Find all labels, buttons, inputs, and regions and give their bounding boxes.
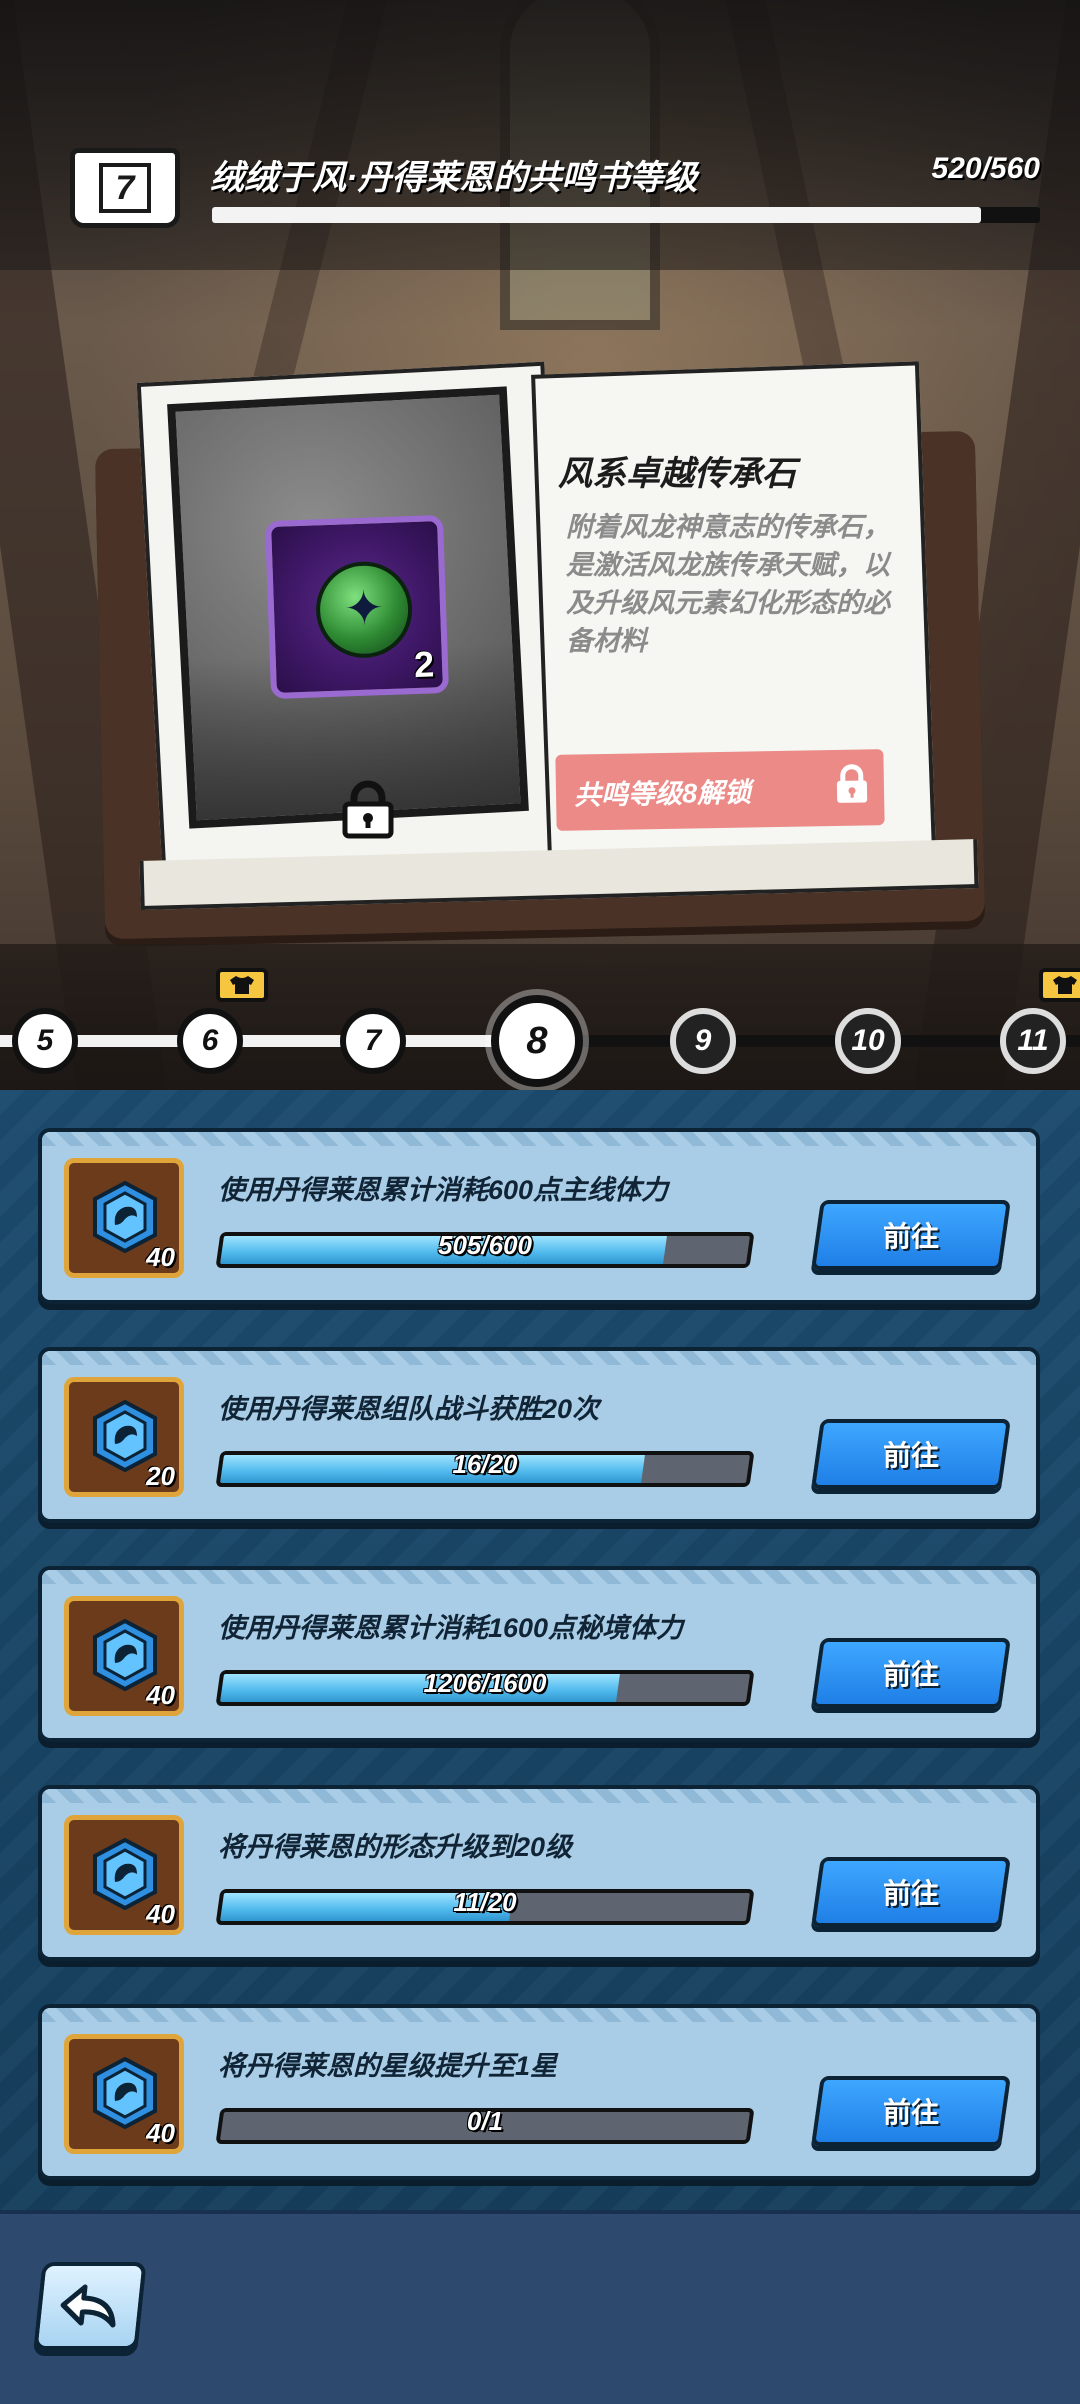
task-reward-slot[interactable]: 20 (64, 1377, 184, 1497)
task-card: 40 将丹得莱恩的星级提升至1星 0/1 前往 (38, 2004, 1040, 2180)
task-card: 40 使用丹得莱恩累计消耗600点主线体力 505/600 前往 (38, 1128, 1040, 1304)
task-card: 40 使用丹得莱恩累计消耗1600点秘境体力 1206/1600 前往 (38, 1566, 1040, 1742)
card-header-stripe (42, 1132, 1036, 1146)
go-button[interactable]: 前往 (811, 1857, 1011, 1927)
task-description: 使用丹得莱恩累计消耗600点主线体力 (218, 1175, 669, 1205)
go-button-label: 前往 (882, 1878, 939, 1909)
reward-item-count: 2 (413, 643, 435, 686)
shirt-icon (230, 976, 254, 994)
go-button[interactable]: 前往 (811, 2076, 1011, 2146)
level-node-7[interactable]: 7 (340, 1008, 406, 1074)
card-header-stripe (42, 1570, 1036, 1584)
reward-description: 附着风龙神意志的传承石，是激活风龙族传承天赋，以及升级风元素幻化形态的必备材料 (566, 512, 890, 656)
task-progress-text: 11/20 (453, 1887, 517, 1917)
go-button-label: 前往 (882, 2097, 939, 2128)
back-button[interactable] (33, 2262, 147, 2350)
level-track-completed (0, 1035, 530, 1047)
go-button-label: 前往 (882, 1659, 939, 1690)
task-reward-slot[interactable]: 40 (64, 1815, 184, 1935)
wind-stone-icon: ✦ (314, 560, 414, 660)
lock-icon (836, 764, 868, 803)
task-description: 将丹得莱恩的形态升级到20级 (218, 1832, 573, 1862)
go-button[interactable]: 前往 (811, 1200, 1011, 1270)
shirt-icon (1053, 976, 1077, 994)
task-reward-count: 40 (146, 1899, 175, 1929)
task-reward-count: 40 (146, 1680, 175, 1710)
go-button[interactable]: 前往 (811, 1638, 1011, 1708)
level-track-locked (530, 1035, 1080, 1047)
resonance-level-book-icon: 7 (70, 148, 180, 228)
go-button-label: 前往 (882, 1440, 939, 1471)
level-node-11[interactable]: 11 (1000, 1008, 1066, 1074)
task-reward-slot[interactable]: 40 (64, 1596, 184, 1716)
reward-badge-icon (216, 968, 268, 1002)
reward-badge-icon (1039, 968, 1080, 1002)
task-description: 将丹得莱恩的星级提升至1星 (218, 2051, 558, 2081)
task-progress-text: 505/600 (438, 1230, 532, 1260)
card-header-stripe (42, 1789, 1036, 1803)
header-progress-fill (212, 207, 981, 223)
go-button-label: 前往 (882, 1221, 939, 1252)
task-description: 使用丹得莱恩累计消耗1600点秘境体力 (218, 1613, 684, 1643)
level-node-9[interactable]: 9 (670, 1008, 736, 1074)
unlock-condition-label: 共鸣等级8解锁 (573, 776, 752, 811)
lock-icon (342, 780, 394, 839)
star-icon: ✦ (343, 581, 386, 637)
level-node-10[interactable]: 10 (835, 1008, 901, 1074)
task-reward-count: 40 (146, 2118, 175, 2148)
task-reward-count: 20 (146, 1461, 175, 1491)
task-card: 20 使用丹得莱恩组队战斗获胜20次 16/20 前往 (38, 1347, 1040, 1523)
level-node-8[interactable]: 8 (491, 995, 583, 1087)
back-arrow-icon (60, 2284, 116, 2328)
task-reward-count: 40 (146, 1242, 175, 1272)
reward-item-slot[interactable]: ✦ 2 (264, 514, 450, 700)
task-reward-slot[interactable]: 40 (64, 2034, 184, 2154)
footer-bar (0, 2210, 1080, 2404)
task-card: 40 将丹得莱恩的形态升级到20级 11/20 前往 (38, 1785, 1040, 1961)
reward-title: 风系卓越传承石 (558, 455, 796, 493)
task-progress-text: 0/1 (466, 2106, 504, 2136)
page-title: 绒绒于风·丹得莱恩的共鸣书等级 (210, 159, 698, 197)
level-node-5[interactable]: 5 (12, 1008, 78, 1074)
card-header-stripe (42, 1351, 1036, 1365)
card-header-stripe (42, 2008, 1036, 2022)
task-reward-slot[interactable]: 40 (64, 1158, 184, 1278)
header-level-number: 7 (99, 163, 151, 213)
level-node-6[interactable]: 6 (177, 1008, 243, 1074)
task-description: 使用丹得莱恩组队战斗获胜20次 (218, 1394, 600, 1424)
header-progress-text: 520/560 (931, 152, 1040, 185)
task-progress-text: 1206/1600 (423, 1668, 547, 1698)
header-progress-bar (212, 207, 1040, 223)
unlock-condition-button[interactable]: 共鸣等级8解锁 (555, 749, 885, 831)
task-progress-text: 16/20 (452, 1449, 518, 1479)
header-bar (0, 0, 1080, 270)
go-button[interactable]: 前往 (811, 1419, 1011, 1489)
